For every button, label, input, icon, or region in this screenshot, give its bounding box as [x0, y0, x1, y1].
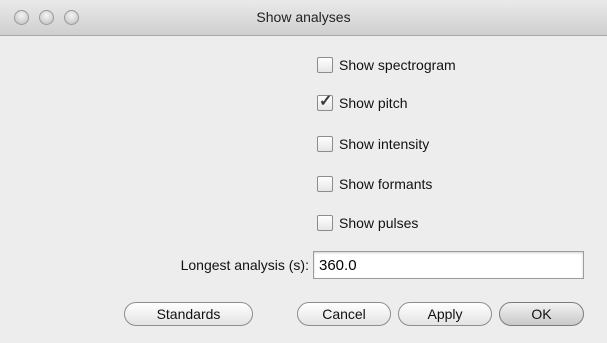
- formants-checkbox[interactable]: [317, 176, 333, 192]
- check-mark-icon: ✓: [319, 93, 333, 110]
- standards-button[interactable]: Standards: [124, 302, 253, 326]
- pulses-option[interactable]: Show pulses: [317, 214, 418, 232]
- spectrogram-checkbox[interactable]: [317, 57, 333, 73]
- apply-button[interactable]: Apply: [398, 302, 492, 326]
- pitch-checkbox[interactable]: ✓: [317, 93, 333, 111]
- title-bar: Show analyses: [0, 0, 607, 36]
- pitch-option[interactable]: ✓ Show pitch: [317, 93, 408, 112]
- formants-option[interactable]: Show formants: [317, 175, 432, 193]
- cancel-button[interactable]: Cancel: [297, 302, 391, 326]
- pitch-label: Show pitch: [339, 95, 408, 111]
- longest-analysis-label: Longest analysis (s):: [180, 257, 309, 273]
- formants-label: Show formants: [339, 176, 433, 192]
- pulses-label: Show pulses: [339, 215, 419, 231]
- spectrogram-label: Show spectrogram: [339, 57, 456, 73]
- intensity-checkbox[interactable]: [317, 136, 333, 152]
- intensity-label: Show intensity: [339, 136, 430, 152]
- longest-analysis-input[interactable]: [313, 251, 584, 279]
- ok-button[interactable]: OK: [499, 302, 584, 326]
- show-analyses-dialog: Show analyses Show spectrogram ✓ Show pi…: [0, 0, 607, 343]
- window-title: Show analyses: [256, 9, 351, 25]
- intensity-option[interactable]: Show intensity: [317, 135, 429, 153]
- pulses-checkbox[interactable]: [317, 215, 333, 231]
- spectrogram-option[interactable]: Show spectrogram: [317, 56, 456, 74]
